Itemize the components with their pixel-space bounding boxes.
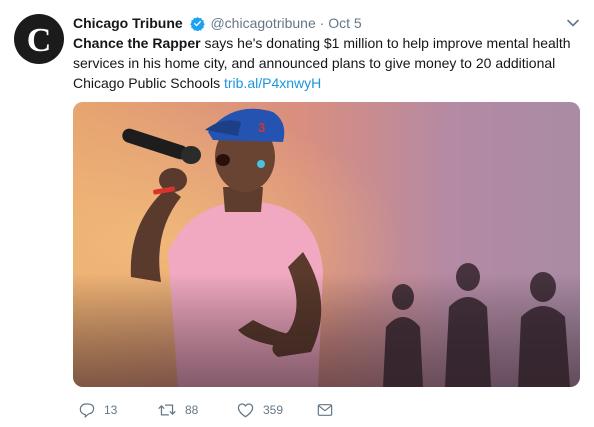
author-name[interactable]: Chicago Tribune xyxy=(73,15,183,31)
retweet-button[interactable]: 88 xyxy=(158,400,198,420)
like-button[interactable]: 359 xyxy=(237,400,283,420)
tweet-header: Chicago Tribune @chicagotribune · Oct 5 xyxy=(73,13,580,33)
retweet-icon xyxy=(158,404,176,416)
reply-icon xyxy=(79,403,95,418)
tweet-date[interactable]: Oct 5 xyxy=(328,15,361,31)
author-avatar[interactable]: C xyxy=(14,14,64,64)
author-handle[interactable]: @chicagotribune xyxy=(210,15,315,31)
reply-count: 13 xyxy=(104,403,118,417)
envelope-icon xyxy=(317,404,333,416)
tweet-link[interactable]: trib.al/P4xnwyH xyxy=(224,75,321,91)
heart-icon xyxy=(237,403,254,418)
photo-of-singer-with-microphone: 3 xyxy=(73,102,580,387)
tweet-text: Chance the Rapper says he's donating $1 … xyxy=(73,33,579,93)
tweet-media-photo[interactable]: 3 xyxy=(73,102,580,387)
like-count: 359 xyxy=(263,403,284,417)
chevron-down-icon[interactable] xyxy=(566,15,580,35)
retweet-count: 88 xyxy=(185,403,199,417)
reply-button[interactable]: 13 xyxy=(79,400,117,420)
direct-message-button[interactable] xyxy=(317,400,333,420)
header-separator: · xyxy=(319,15,325,31)
tweet-card[interactable]: C Chicago Tribune @chicagotribune · Oct … xyxy=(0,0,594,427)
mention-chance-the-rapper[interactable]: Chance the Rapper xyxy=(73,35,201,51)
chicago-tribune-logo-icon: C xyxy=(27,22,52,59)
